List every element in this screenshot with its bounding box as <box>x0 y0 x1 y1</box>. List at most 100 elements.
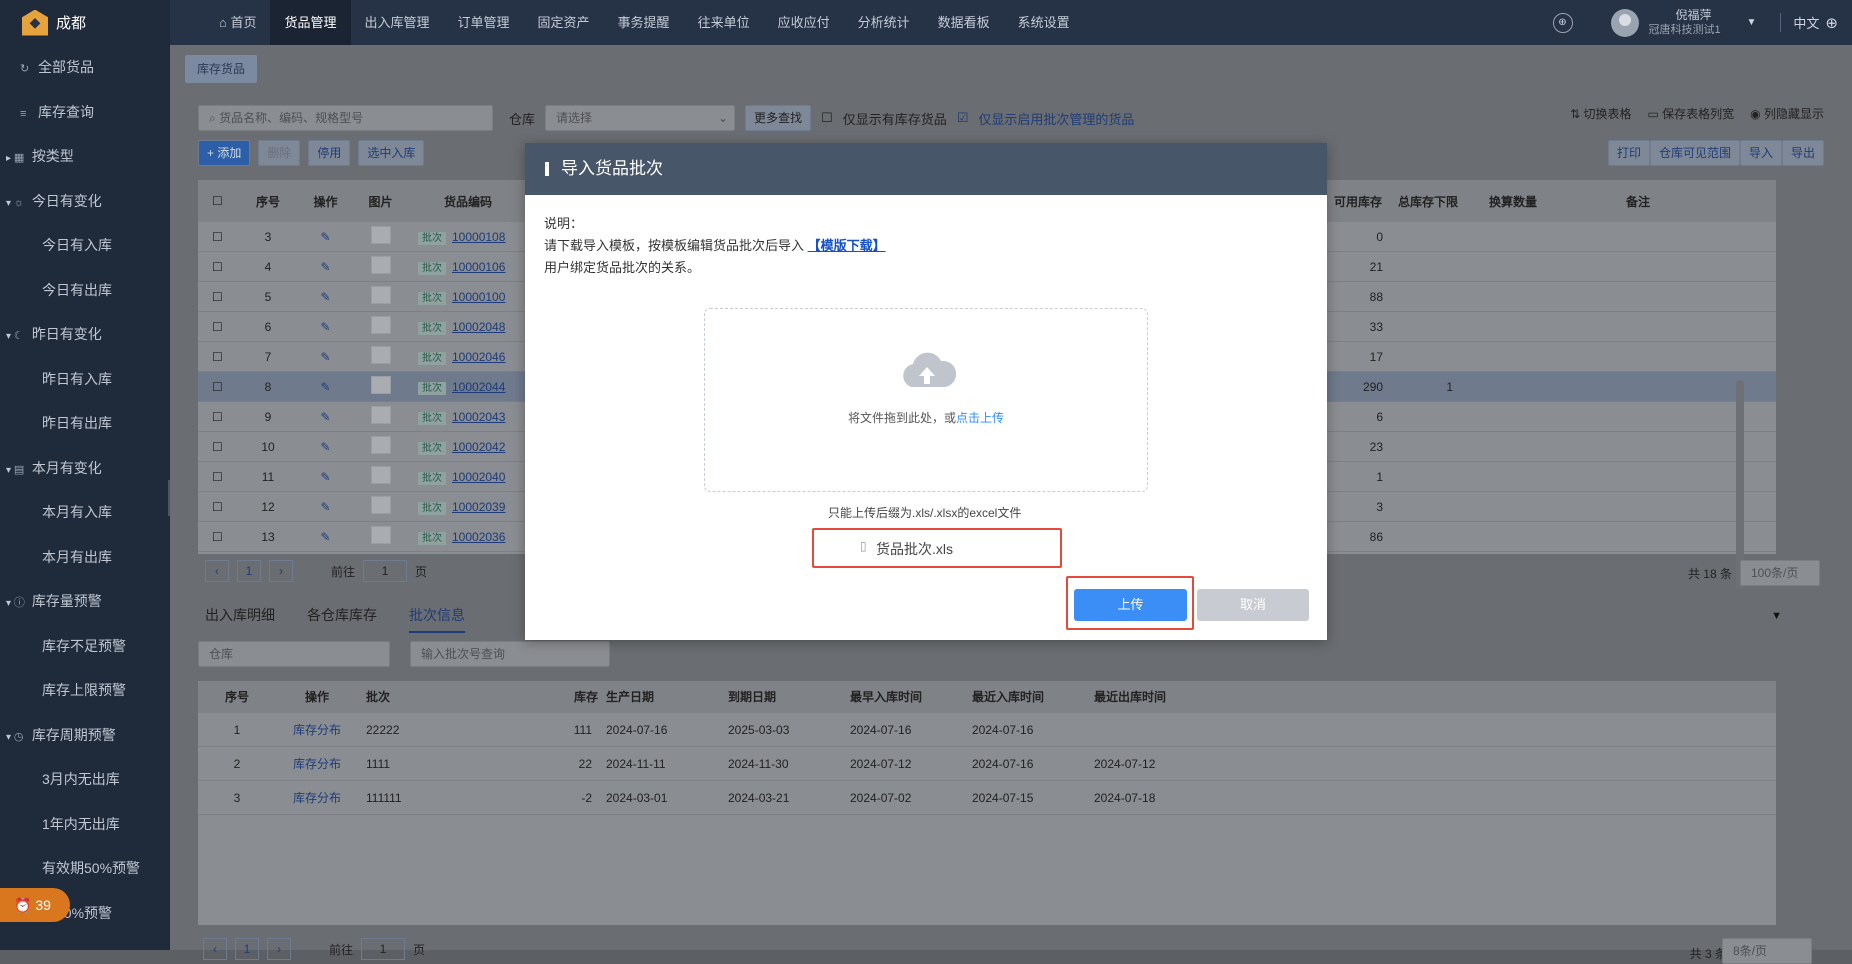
goods-code-link[interactable]: 10002040 <box>452 470 505 484</box>
lower-page-size-select[interactable]: 8条/页 <box>1722 938 1812 964</box>
stock-distribution-link[interactable]: 库存分布 <box>268 713 358 746</box>
page-current[interactable]: 1 <box>237 560 261 582</box>
goods-code-link[interactable]: 10002039 <box>452 500 505 514</box>
stock-distribution-link[interactable]: 库存分布 <box>268 781 358 814</box>
sidebar-item-13[interactable]: 库存不足预警 <box>0 624 170 669</box>
edit-icon[interactable]: ✎ <box>298 410 353 424</box>
nav-reminders[interactable]: 事务提醒 <box>604 0 684 45</box>
edit-icon[interactable]: ✎ <box>298 500 353 514</box>
tab-inout-detail[interactable]: 出入库明细 <box>205 605 275 633</box>
upload-button[interactable]: 上传 <box>1074 589 1187 621</box>
upload-dropzone[interactable]: 将文件拖到此处，或点击上传 <box>704 308 1148 492</box>
edit-icon[interactable]: ✎ <box>298 260 353 274</box>
image-placeholder-icon[interactable] <box>353 526 408 547</box>
globe-icon[interactable]: ⊕ <box>1825 14 1838 32</box>
row-checkbox[interactable]: ☐ <box>198 470 238 484</box>
sidebar-item-10[interactable]: 本月有入库 <box>0 490 170 535</box>
sidebar-item-9[interactable]: ▾ ▤ 本月有变化 <box>0 446 170 491</box>
goods-code-link[interactable]: 10000100 <box>452 290 505 304</box>
goods-code-link[interactable]: 10002043 <box>452 410 505 424</box>
image-placeholder-icon[interactable] <box>353 256 408 277</box>
import-button[interactable]: 导入 <box>1739 140 1782 166</box>
goods-code-link[interactable]: 10002044 <box>452 380 505 394</box>
add-button[interactable]: + 添加 <box>198 140 251 166</box>
edit-icon[interactable]: ✎ <box>298 230 353 244</box>
more-search-button[interactable]: 更多查找 <box>745 105 812 131</box>
only-stock-checkbox[interactable]: ☐ <box>821 110 833 126</box>
row-checkbox[interactable]: ☐ <box>198 290 238 304</box>
nav-analysis[interactable]: 分析统计 <box>844 0 924 45</box>
stock-distribution-link[interactable]: 库存分布 <box>268 747 358 780</box>
sidebar-item-0[interactable]: ↻ 全部货品 <box>0 45 170 90</box>
selected-inbound-button[interactable]: 选中入库 <box>358 140 425 166</box>
select-all-checkbox[interactable]: ☐ <box>198 194 238 208</box>
tab-batch-info[interactable]: 批次信息 <box>409 605 465 633</box>
sidebar-item-4[interactable]: 今日有入库 <box>0 223 170 268</box>
sidebar-item-1[interactable]: ≡ 库存查询 <box>0 90 170 135</box>
export-button[interactable]: 导出 <box>1781 140 1824 166</box>
sidebar-item-16[interactable]: 3月内无出库 <box>0 757 170 802</box>
image-placeholder-icon[interactable] <box>353 346 408 367</box>
goods-code-link[interactable]: 10002048 <box>452 320 505 334</box>
sidebar-item-5[interactable]: 今日有出库 <box>0 268 170 313</box>
sidebar-item-17[interactable]: 1年内无出库 <box>0 802 170 847</box>
image-placeholder-icon[interactable] <box>353 436 408 457</box>
lang-switch[interactable]: 中文 <box>1780 13 1819 32</box>
cancel-button[interactable]: 取消 <box>1197 589 1309 621</box>
row-checkbox[interactable]: ☐ <box>198 230 238 244</box>
nav-assets[interactable]: 固定资产 <box>524 0 604 45</box>
col-convert[interactable]: 换算数量 <box>1463 193 1563 210</box>
edit-icon[interactable]: ✎ <box>298 470 353 484</box>
selected-file-name[interactable]: 货品批次.xls <box>876 539 953 559</box>
lower-warehouse-select[interactable]: 仓库 <box>198 641 390 667</box>
warehouse-scope-button[interactable]: 仓库可见范围 <box>1649 140 1740 166</box>
row-checkbox[interactable]: ☐ <box>198 530 238 544</box>
sidebar-item-6[interactable]: ▾ ☾ 昨日有变化 <box>0 312 170 357</box>
lower-goto-input[interactable]: 1 <box>361 938 406 960</box>
goods-search-input[interactable]: ⌕ 货品名称、编码、规格型号 <box>198 105 493 131</box>
disable-button[interactable]: 停用 <box>308 140 351 166</box>
nav-settings[interactable]: 系统设置 <box>1004 0 1084 45</box>
image-placeholder-icon[interactable] <box>353 286 408 307</box>
nav-orders[interactable]: 订单管理 <box>444 0 524 45</box>
image-placeholder-icon[interactable] <box>353 226 408 247</box>
nav-finance[interactable]: 应收应付 <box>764 0 844 45</box>
alarm-badge[interactable]: ⏰ 39 <box>0 888 70 922</box>
sidebar-item-12[interactable]: ▾ ⓘ 库存量预警 <box>0 579 170 624</box>
edit-icon[interactable]: ✎ <box>298 440 353 454</box>
sidebar-item-2[interactable]: ▸ ▦ 按类型 <box>0 134 170 179</box>
nav-inout[interactable]: 出入库管理 <box>351 0 444 45</box>
edit-icon[interactable]: ✎ <box>298 320 353 334</box>
tab-inventory-goods[interactable]: 库存货品 <box>185 55 258 83</box>
switch-table-tool[interactable]: ⇅ 切换表格 <box>1570 105 1631 122</box>
sidebar-item-18[interactable]: 有效期50%预警 <box>0 846 170 891</box>
column-visibility-tool[interactable]: ◉ 列隐藏显示 <box>1750 105 1824 122</box>
sidebar-item-15[interactable]: ▾ ◷ 库存周期预警 <box>0 713 170 758</box>
sidebar-item-7[interactable]: 昨日有入库 <box>0 357 170 402</box>
row-checkbox[interactable]: ☐ <box>198 260 238 274</box>
row-checkbox[interactable]: ☐ <box>198 440 238 454</box>
image-placeholder-icon[interactable] <box>353 496 408 517</box>
edit-icon[interactable]: ✎ <box>298 290 353 304</box>
nav-goods[interactable]: 货品管理 <box>270 0 351 45</box>
row-checkbox[interactable]: ☐ <box>198 320 238 334</box>
tab-warehouse-stock[interactable]: 各仓库库存 <box>307 605 377 633</box>
lower-prev-page[interactable]: ‹ <box>203 938 227 960</box>
row-checkbox[interactable]: ☐ <box>198 500 238 514</box>
sidebar-item-3[interactable]: ▾ ☼ 今日有变化 <box>0 179 170 224</box>
goods-code-link[interactable]: 10000108 <box>452 230 505 244</box>
goods-code-link[interactable]: 10002042 <box>452 440 505 454</box>
goods-code-link[interactable]: 10000106 <box>452 260 505 274</box>
col-remark[interactable]: 备注 <box>1563 193 1713 210</box>
batch-search-input[interactable]: 输入批次号查询 <box>410 641 610 667</box>
brand-logo[interactable]: ◆ 成都 <box>0 0 170 45</box>
image-placeholder-icon[interactable] <box>353 406 408 427</box>
col-code[interactable]: 货品编码 <box>408 193 528 210</box>
edit-icon[interactable]: ✎ <box>298 530 353 544</box>
nav-partners[interactable]: 往来单位 <box>684 0 764 45</box>
sidebar-item-11[interactable]: 本月有出库 <box>0 535 170 580</box>
sidebar-item-14[interactable]: 库存上限预警 <box>0 668 170 713</box>
image-placeholder-icon[interactable] <box>353 376 408 397</box>
lower-page-current[interactable]: 1 <box>235 938 259 960</box>
warehouse-select[interactable]: 请选择 ⌄ <box>545 105 736 131</box>
